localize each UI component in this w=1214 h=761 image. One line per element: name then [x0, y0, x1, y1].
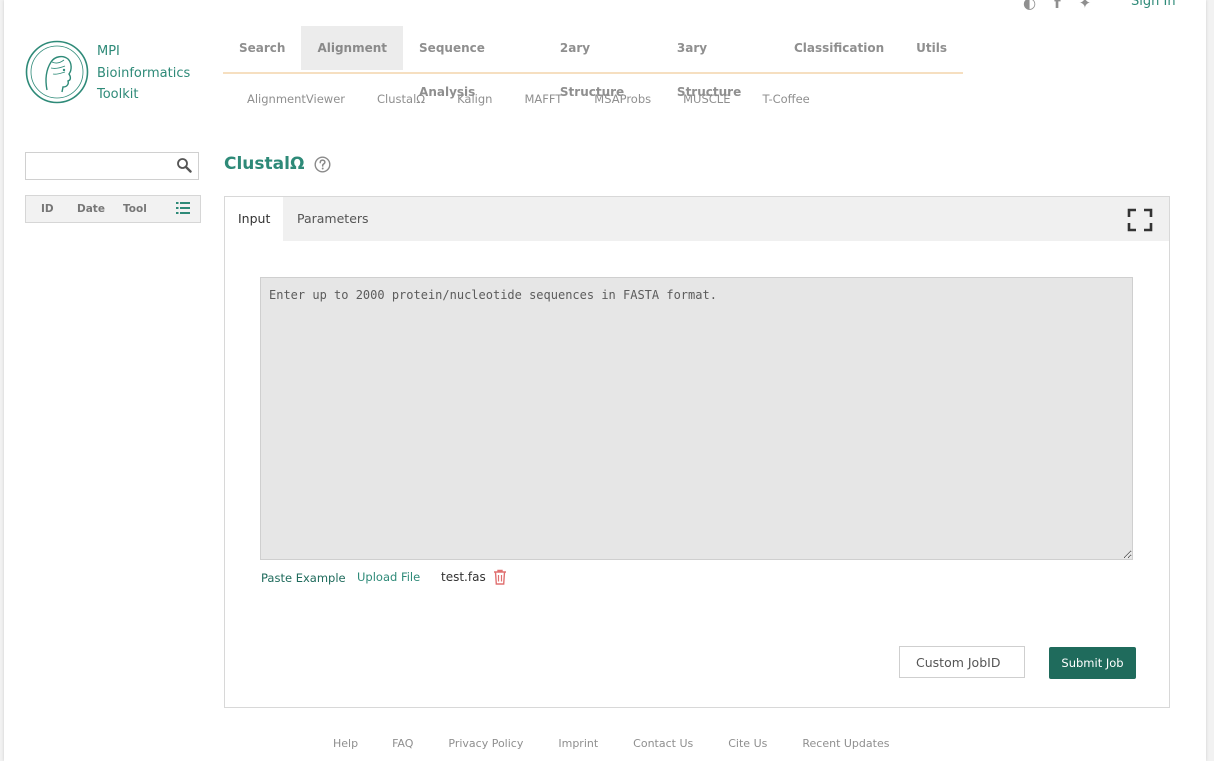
nav-3ary-structure[interactable]: 3ary Structure [661, 26, 778, 99]
footer-privacy-policy[interactable]: Privacy Policy [448, 737, 523, 750]
subnav-kalign[interactable]: Kalign [457, 92, 492, 106]
nav-search[interactable]: Search [223, 26, 301, 70]
paste-example-link[interactable]: Paste Example [261, 571, 346, 585]
sort-by-date[interactable]: Date [77, 203, 105, 215]
tool-panel: Input Parameters Paste Example Upload Fi… [224, 196, 1170, 708]
subnav-alignmentviewer[interactable]: AlignmentViewer [247, 92, 345, 106]
facebook-icon[interactable]: f [1054, 0, 1061, 12]
tab-input[interactable]: Input [225, 197, 284, 241]
trash-icon[interactable] [493, 569, 507, 585]
nav-utils[interactable]: Utils [900, 26, 963, 70]
footer-help[interactable]: Help [333, 737, 358, 750]
subnav-muscle[interactable]: MUSCLE [683, 92, 730, 106]
logo-line-2: Bioinformatics [97, 65, 191, 81]
tab-bar: Input Parameters [225, 197, 1169, 241]
job-sort-bar: ID Date Tool [25, 195, 201, 223]
subnav-msaprobs[interactable]: MSAProbs [594, 92, 651, 106]
tab-parameters[interactable]: Parameters [284, 197, 382, 241]
nav-sequence-analysis[interactable]: Sequence Analysis [403, 26, 544, 99]
subnav-mafft[interactable]: MAFFT [524, 92, 562, 106]
custom-jobid-input[interactable] [899, 646, 1025, 678]
subnav-clustalo[interactable]: ClustalΩ [377, 92, 425, 106]
sort-by-tool[interactable]: Tool [123, 203, 147, 215]
social-links: ◐ f ✦ [1023, 0, 1091, 12]
fullscreen-icon[interactable] [1127, 208, 1153, 232]
submit-job-button[interactable]: Submit Job [1049, 647, 1136, 679]
upload-file-link[interactable]: Upload File [357, 570, 420, 584]
logo-line-3: Toolkit [97, 87, 139, 102]
uploaded-file-name: test.fas [441, 570, 486, 584]
sub-nav: AlignmentViewer ClustalΩ Kalign MAFFT MS… [247, 92, 842, 106]
tool-title-text: ClustalΩ [224, 154, 305, 174]
job-search-box [25, 152, 199, 180]
footer-contact-us[interactable]: Contact Us [633, 737, 693, 750]
footer-recent-updates[interactable]: Recent Updates [802, 737, 889, 750]
help-icon[interactable] [314, 155, 331, 173]
footer: Help FAQ Privacy Policy Imprint Contact … [333, 737, 889, 750]
main-nav: Search Alignment Sequence Analysis 2ary … [223, 26, 963, 99]
globe-icon[interactable]: ◐ [1023, 0, 1036, 12]
mpg-seal-icon [25, 40, 89, 104]
sort-by-id[interactable]: ID [41, 203, 54, 215]
job-search-input[interactable] [30, 154, 174, 180]
nav-classification[interactable]: Classification [778, 26, 900, 70]
footer-faq[interactable]: FAQ [392, 737, 413, 750]
page: ◐ f ✦ Sign In MPI Bioinformatics Toolkit… [4, 0, 1206, 761]
footer-imprint[interactable]: Imprint [558, 737, 598, 750]
list-icon[interactable] [176, 202, 190, 214]
twitter-icon[interactable]: ✦ [1079, 0, 1092, 12]
tool-title: ClustalΩ [224, 154, 331, 174]
logo-text: MPI Bioinformatics Toolkit [97, 40, 190, 106]
sequence-input[interactable] [260, 277, 1133, 560]
footer-cite-us[interactable]: Cite Us [728, 737, 767, 750]
nav-2ary-structure[interactable]: 2ary Structure [544, 26, 661, 99]
logo[interactable]: MPI Bioinformatics Toolkit [25, 40, 190, 106]
search-icon[interactable] [176, 157, 192, 173]
nav-alignment[interactable]: Alignment [301, 26, 404, 70]
logo-line-1: MPI [97, 44, 120, 59]
sign-in-link[interactable]: Sign In [1131, 0, 1176, 9]
subnav-tcoffee[interactable]: T-Coffee [762, 92, 809, 106]
